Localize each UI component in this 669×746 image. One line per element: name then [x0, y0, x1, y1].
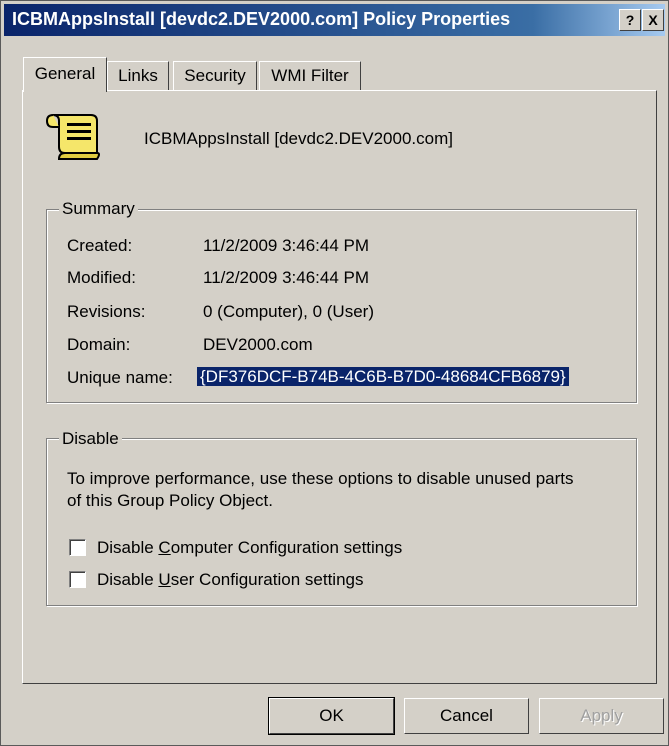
title-bar[interactable]: ICBMAppsInstall [devdc2.DEV2000.com] Pol… — [4, 4, 665, 36]
unique-name-value[interactable]: {DF376DCF-B74B-4C6B-B7D0-48684CFB6879} — [197, 367, 569, 387]
disable-description: To improve performance, use these option… — [67, 469, 574, 510]
revisions-label: Revisions: — [67, 302, 146, 321]
created-label: Created: — [67, 236, 133, 255]
help-button[interactable]: ? — [619, 9, 641, 31]
policy-properties-dialog: ICBMAppsInstall [devdc2.DEV2000.com] Pol… — [0, 0, 669, 746]
unique-name-selected-text[interactable]: {DF376DCF-B74B-4C6B-B7D0-48684CFB6879} — [197, 367, 569, 386]
disable-computer-checkbox[interactable] — [69, 539, 86, 556]
gpo-display-name: ICBMAppsInstall [devdc2.DEV2000.com] — [144, 129, 453, 148]
unique-name-label: Unique name: — [67, 368, 173, 387]
domain-label: Domain: — [67, 335, 131, 354]
domain-value: DEV2000.com — [203, 335, 313, 354]
revisions-value: 0 (Computer), 0 (User) — [203, 302, 374, 321]
group-policy-object-icon — [45, 114, 100, 160]
disable-user-label[interactable]: Disable User Configuration settings — [97, 570, 363, 590]
close-button[interactable]: X — [642, 9, 664, 31]
tab-general[interactable]: General — [23, 57, 107, 92]
tab-security[interactable]: Security — [173, 61, 257, 90]
window-title: ICBMAppsInstall [devdc2.DEV2000.com] Pol… — [12, 9, 511, 29]
summary-legend: Summary — [59, 199, 138, 219]
created-value: 11/2/2009 3:46:44 PM — [203, 236, 370, 255]
disable-user-checkbox[interactable] — [69, 571, 86, 588]
ok-button[interactable]: OK — [268, 697, 395, 735]
tab-wmi-filter[interactable]: WMI Filter — [259, 61, 361, 90]
tab-links[interactable]: Links — [107, 61, 169, 90]
apply-button-label: Apply — [580, 706, 623, 725]
apply-button[interactable]: Apply — [539, 698, 664, 734]
modified-label: Modified: — [67, 268, 136, 287]
modified-value: 11/2/2009 3:46:44 PM — [203, 268, 370, 287]
disable-computer-label[interactable]: Disable Computer Configuration settings — [97, 538, 402, 558]
disable-legend: Disable — [59, 429, 122, 449]
cancel-button[interactable]: Cancel — [404, 698, 529, 734]
